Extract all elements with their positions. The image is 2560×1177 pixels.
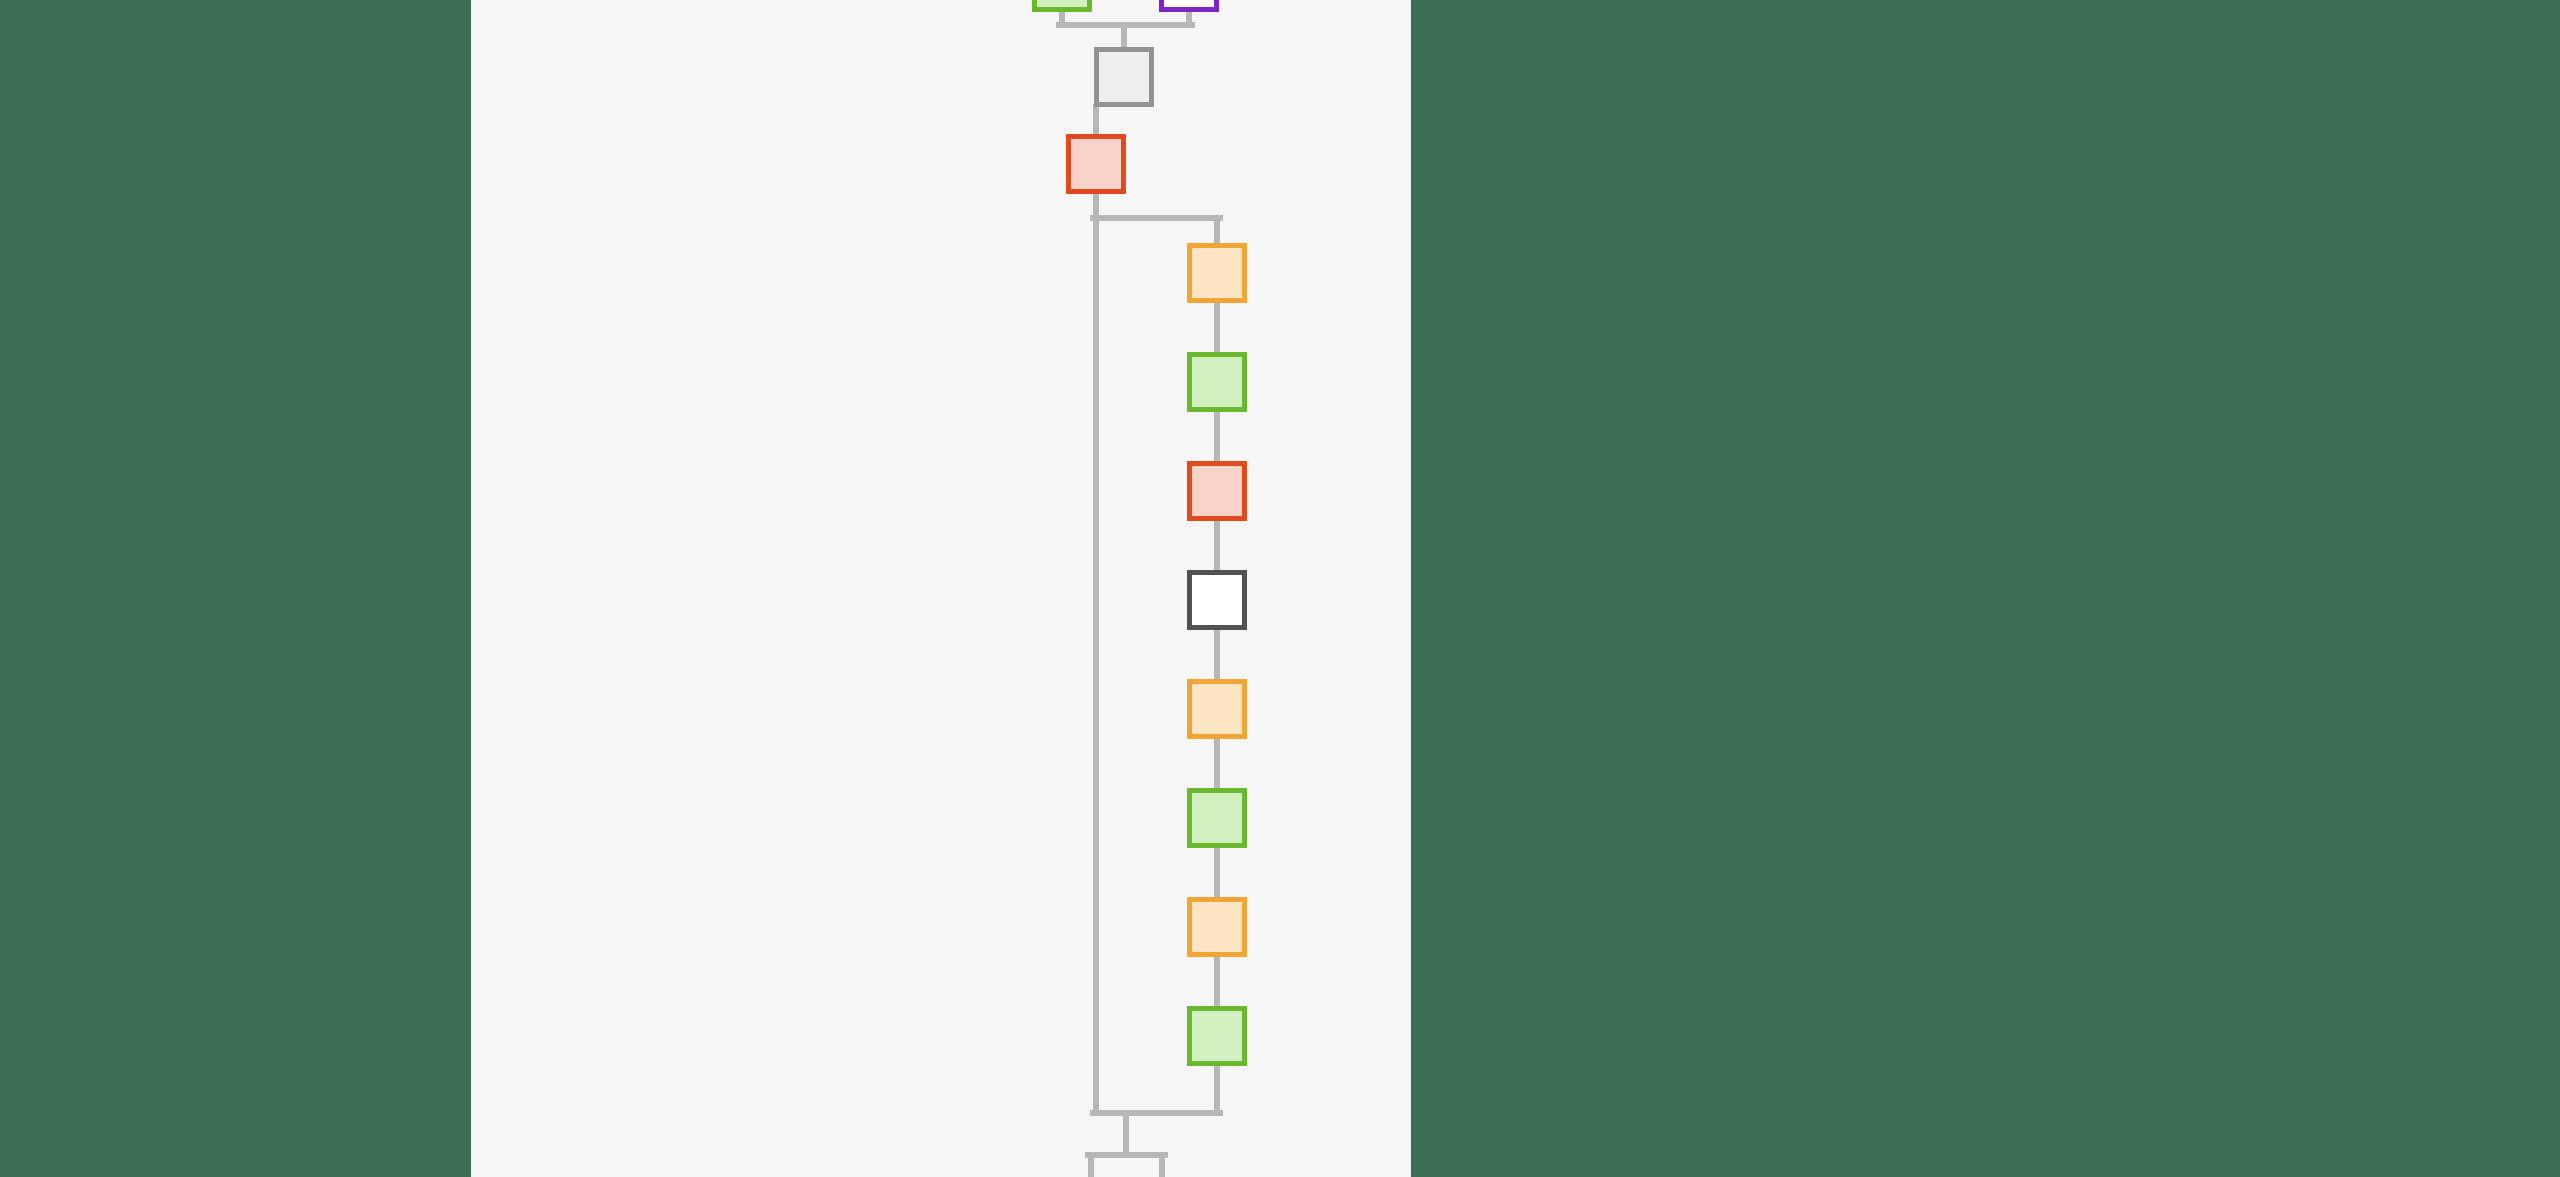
node-red-1[interactable] [1066, 134, 1126, 194]
diagram-panel [471, 0, 1411, 1177]
node-green-3[interactable] [1187, 1006, 1247, 1066]
node-top-right[interactable] [1159, 0, 1219, 12]
node-green-2[interactable] [1187, 788, 1247, 848]
diagram-edges [471, 0, 1411, 1177]
node-white[interactable] [1187, 570, 1247, 630]
node-orange-2[interactable] [1187, 679, 1247, 739]
node-red-2[interactable] [1187, 461, 1247, 521]
node-green-1[interactable] [1187, 352, 1247, 412]
page-root [0, 0, 2560, 1177]
node-gray[interactable] [1094, 47, 1154, 107]
node-orange-1[interactable] [1187, 243, 1247, 303]
node-orange-3[interactable] [1187, 897, 1247, 957]
node-top-left[interactable] [1032, 0, 1092, 12]
